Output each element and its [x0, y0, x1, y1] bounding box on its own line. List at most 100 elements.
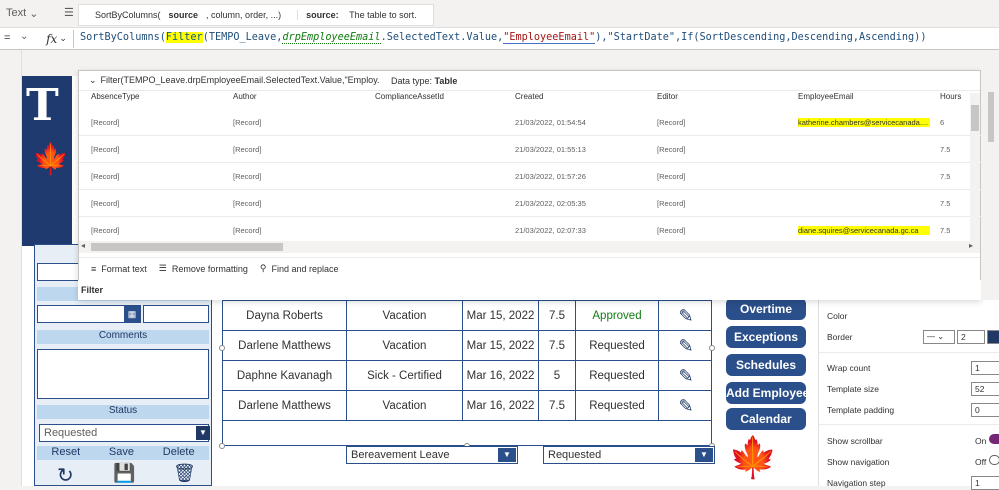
edit-icon[interactable]: ✎: [659, 331, 711, 361]
table-cell: katherine.chambers@servicecanada....: [798, 118, 930, 127]
top-toolbar: Text ⌄ ☰ SortByColumns(source , column, o…: [0, 0, 999, 28]
comments-field[interactable]: [37, 349, 209, 399]
chevron-down-icon[interactable]: ⌄: [20, 31, 28, 42]
formula-part: .SelectedText.Value,: [380, 32, 504, 43]
gallery-row[interactable]: Darlene Matthews Vacation Mar 15, 2022 7.5 R…: [223, 331, 711, 361]
save-icon[interactable]: 💾: [113, 463, 135, 484]
sliders-icon[interactable]: ☰: [64, 6, 74, 19]
properties-pane: Color Border — ⌄ 2 Wrap count 1 Template…: [818, 300, 999, 490]
chevron-down-icon: ▼: [196, 426, 210, 440]
gallery-name: Darlene Matthews: [223, 391, 347, 421]
scroll-left-icon[interactable]: ◂: [81, 241, 85, 250]
table-cell: 21/03/2022, 02:05:35: [515, 199, 586, 208]
table-cell: [Record]: [91, 172, 120, 181]
column-header[interactable]: Hours: [940, 92, 961, 101]
border-width-input[interactable]: 2: [957, 330, 985, 344]
edit-icon[interactable]: ✎: [659, 361, 711, 391]
table-row: [Record] [Record] 21/03/2022, 02:05:35 [Rec…: [79, 190, 984, 217]
scroll-thumb[interactable]: [971, 105, 979, 131]
border-style-dropdown[interactable]: — ⌄: [923, 330, 955, 344]
time-input[interactable]: [143, 305, 209, 323]
show-scrollbar-toggle[interactable]: [989, 434, 999, 444]
schedules-button[interactable]: Schedules: [726, 354, 806, 376]
fx-button[interactable]: fx ⌄: [40, 30, 74, 48]
formula-part-string: "EmployeeEmail": [503, 32, 596, 44]
find-replace-button[interactable]: ⚲ Find and replace: [260, 263, 339, 274]
chevron-down-icon: ⌄: [89, 75, 97, 85]
format-text-icon: ≡: [91, 263, 97, 274]
results-horizontal-scrollbar[interactable]: ◂ ▸: [79, 241, 980, 253]
template-size-input[interactable]: 52: [971, 382, 999, 396]
border-color-swatch[interactable]: [987, 330, 999, 344]
divider: [819, 424, 999, 425]
column-header[interactable]: EmployeeEmail: [798, 92, 854, 101]
table-cell: 7.5: [940, 226, 951, 235]
leave-type-dropdown[interactable]: Bereavement Leave ▼: [346, 446, 518, 464]
column-header[interactable]: Editor: [657, 92, 678, 101]
reset-icon[interactable]: ↻: [57, 463, 74, 488]
reset-label: Reset: [51, 446, 81, 458]
divider: [819, 352, 999, 353]
chevron-down-icon: ⌄: [29, 7, 39, 20]
remove-formatting-button[interactable]: ☰ Remove formatting: [159, 263, 248, 274]
gallery-type: Vacation: [347, 301, 463, 331]
exceptions-button[interactable]: Exceptions: [726, 326, 806, 348]
gallery-status: Requested: [576, 331, 659, 361]
function-tooltip: SortByColumns(source , column, order, ...…: [78, 4, 434, 26]
date-input[interactable]: ▦: [37, 305, 141, 323]
param-name: source:: [306, 10, 339, 20]
format-text-label: Format text: [101, 263, 147, 274]
param-desc-text: The table to sort.: [349, 10, 417, 20]
format-text-button[interactable]: ≡ Format text: [91, 264, 147, 274]
left-rail: [0, 50, 22, 486]
show-navigation-toggle[interactable]: [989, 455, 999, 465]
results-expression[interactable]: ⌄ Filter(TEMPO_Leave.drpEmployeeEmail.Sel…: [79, 75, 379, 86]
property-dropdown[interactable]: Text ⌄: [6, 4, 58, 22]
table-cell: 21/03/2022, 02:07:33: [515, 226, 586, 235]
table-cell: [Record]: [233, 118, 262, 127]
column-header[interactable]: ComplianceAssetId: [375, 92, 444, 101]
wrap-count-input[interactable]: 1: [971, 361, 999, 375]
gallery-row[interactable]: Dayna Roberts Vacation Mar 15, 2022 7.5 Appr…: [223, 301, 711, 331]
delete-label: Delete: [162, 446, 195, 458]
gallery-row[interactable]: Daphne Kavanagh Sick - Certified Mar 16, 2…: [223, 361, 711, 391]
add-employee-button[interactable]: Add Employee: [726, 382, 806, 404]
formula-results-panel: ⌄ Filter(TEMPO_Leave.drpEmployeeEmail.Sel…: [78, 70, 984, 300]
scroll-right-icon[interactable]: ▸: [969, 241, 973, 250]
results-header: ⌄ Filter(TEMPO_Leave.drpEmployeeEmail.Sel…: [79, 71, 980, 91]
calendar-icon[interactable]: ▦: [124, 306, 140, 322]
results-vertical-scrollbar[interactable]: [970, 93, 980, 241]
gallery-row[interactable]: Darlene Matthews Vacation Mar 16, 2022 7.5 R…: [223, 391, 711, 421]
results-expression-text: Filter(TEMPO_Leave.drpEmployeeEmail.Sele…: [100, 75, 379, 85]
gallery-name: Darlene Matthews: [223, 331, 347, 361]
selection-handle[interactable]: [219, 443, 225, 449]
navigation-step-input[interactable]: 1: [971, 476, 999, 490]
selection-handle[interactable]: [219, 345, 225, 351]
formula-part-highlight: Filter: [165, 32, 203, 43]
table-cell: [Record]: [91, 199, 120, 208]
leave-gallery[interactable]: Diane SquiresCompensatory LeaveFeb 27, 2…: [222, 286, 712, 446]
find-replace-label: Find and replace: [271, 263, 339, 274]
remove-format-icon: ☰: [158, 263, 167, 273]
table-row: [Record] [Record] 21/03/2022, 01:55:13 [Rec…: [79, 136, 984, 163]
edit-icon[interactable]: ✎: [659, 391, 711, 421]
calendar-button[interactable]: Calendar: [726, 408, 806, 430]
table-cell: [Record]: [233, 145, 262, 154]
maple-leaf-icon: 🍁: [728, 436, 778, 480]
edit-icon[interactable]: ✎: [659, 301, 711, 331]
trash-icon[interactable]: 🗑: [173, 463, 196, 484]
column-header[interactable]: AbsenceType: [91, 92, 139, 101]
column-header[interactable]: Created: [515, 92, 543, 101]
column-header[interactable]: Author: [233, 92, 257, 101]
status-dropdown[interactable]: Requested ▼: [39, 424, 210, 442]
pane-scrollbar[interactable]: [988, 92, 994, 142]
formula-input[interactable]: SortByColumns(Filter(TEMPO_Leave,drpEmpl…: [80, 32, 926, 44]
template-size-label: Template size: [827, 384, 879, 394]
overtime-button[interactable]: Overtime: [726, 298, 806, 320]
scroll-thumb[interactable]: [91, 243, 283, 251]
table-cell: 21/03/2022, 01:54:54: [515, 118, 586, 127]
border-label: Border: [827, 332, 853, 342]
status-filter-dropdown[interactable]: Requested ▼: [543, 446, 715, 464]
selection-handle[interactable]: [709, 345, 715, 351]
template-padding-input[interactable]: 0: [971, 403, 999, 417]
